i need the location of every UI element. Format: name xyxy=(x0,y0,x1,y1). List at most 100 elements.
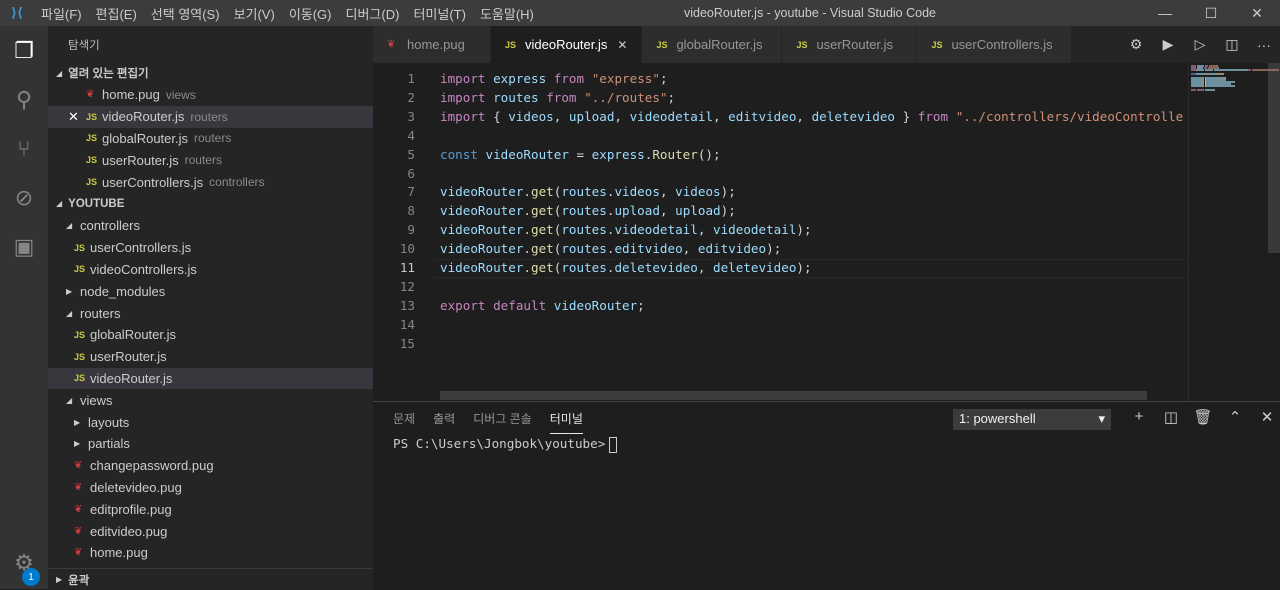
code-token: (); xyxy=(697,146,721,162)
close-panel-icon[interactable]: ✕ xyxy=(1251,408,1280,426)
project-header[interactable]: ◢ YOUTUBE xyxy=(48,192,373,215)
menu-item[interactable]: 파일(F) xyxy=(34,4,89,23)
search-icon[interactable]: ⚲ xyxy=(0,75,48,124)
minimap[interactable] xyxy=(1188,63,1280,401)
panel-tab[interactable]: 문제 xyxy=(393,410,415,434)
debug-icon[interactable]: ⊘ xyxy=(0,173,48,222)
tab-userRouter-js[interactable]: JS userRouter.js xyxy=(782,26,918,63)
file-item[interactable]: JS videoControllers.js xyxy=(48,259,373,281)
minimap-mark xyxy=(1233,85,1236,87)
code-token: "express" xyxy=(591,71,660,86)
outline-header[interactable]: ▶ 윤곽 xyxy=(48,568,373,590)
pug-file-icon: ❦ xyxy=(86,89,95,101)
open-editor-item[interactable]: ✕ JS videoRouter.js routers xyxy=(48,105,373,128)
file-item[interactable]: ❦ changepassword.pug xyxy=(48,455,373,477)
file-item[interactable]: JS userRouter.js xyxy=(48,346,373,368)
tab-globalRouter-js[interactable]: JS globalRouter.js xyxy=(642,26,783,63)
code-token: videodetail xyxy=(629,108,713,124)
panel-tab[interactable]: 터미널 xyxy=(549,410,583,434)
run-icon[interactable]: ▶ xyxy=(1152,36,1184,53)
source-control-icon[interactable]: ⑂ xyxy=(0,124,48,173)
close-window-icon[interactable]: ✕ xyxy=(1234,0,1280,26)
code-token: videoRouter xyxy=(440,184,524,200)
open-editor-item[interactable]: JS userControllers.js controllers xyxy=(48,171,373,193)
terminal-output[interactable]: PS C:\Users\Jongbok\youtube> xyxy=(393,436,618,453)
line-number: 4 xyxy=(407,127,415,143)
minimap-mark xyxy=(1191,89,1197,91)
menu-item[interactable]: 편집(E) xyxy=(89,4,144,23)
pug-file-icon: ❦ xyxy=(74,525,83,537)
file-item[interactable]: ❦ deletevideo.pug xyxy=(48,477,373,499)
menu-item[interactable]: 디버그(D) xyxy=(339,4,407,23)
window-title: videoRouter.js - youtube - Visual Studio… xyxy=(683,6,936,20)
tab-videoRouter-js[interactable]: JS videoRouter.js ✕ xyxy=(491,26,643,63)
folder-item[interactable]: ◢ controllers xyxy=(48,215,373,237)
minimize-icon[interactable]: — xyxy=(1142,0,1188,26)
extensions-icon[interactable]: ▣ xyxy=(0,222,48,271)
close-icon[interactable]: ✕ xyxy=(68,109,86,125)
terminal-select[interactable]: 1: powershell ▾ xyxy=(953,409,1111,430)
code-editor[interactable]: 1 import express from "express"; 2 import r… xyxy=(373,63,1280,401)
tab-userControllers-js[interactable]: JS userControllers.js xyxy=(917,26,1073,63)
menu-item[interactable]: 선택 영역(S) xyxy=(144,4,227,23)
code-token: videos xyxy=(614,184,660,200)
folder-item[interactable]: ▶ partials xyxy=(48,433,373,455)
file-item[interactable]: ❦ editprofile.pug xyxy=(48,498,373,520)
folder-item[interactable]: ▶ node_modules xyxy=(48,280,373,302)
js-file-icon: JS xyxy=(86,155,98,166)
file-name: home.pug xyxy=(102,87,160,103)
files-icon[interactable]: ❐ xyxy=(0,26,48,75)
code-token: import xyxy=(440,89,486,105)
code-token: ; xyxy=(667,89,676,105)
code-token: express xyxy=(493,71,547,86)
split-terminal-icon[interactable]: ◫ xyxy=(1155,408,1187,426)
line-number: 11 xyxy=(399,260,415,275)
folder-item[interactable]: ◢ views xyxy=(48,389,373,411)
open-editor-item[interactable]: JS userRouter.js routers xyxy=(48,149,373,171)
file-item[interactable]: JS userControllers.js xyxy=(48,237,373,259)
pug-file-icon: ❦ xyxy=(387,39,396,50)
vertical-scrollbar[interactable] xyxy=(1268,63,1280,253)
maximize-panel-icon[interactable]: ⌃ xyxy=(1219,408,1251,426)
horizontal-scrollbar[interactable] xyxy=(440,391,1147,400)
file-item[interactable]: JS globalRouter.js xyxy=(48,324,373,346)
menu-item[interactable]: 도움말(H) xyxy=(473,4,541,23)
menu-item[interactable]: 보기(V) xyxy=(227,4,282,23)
folder-item[interactable]: ▶ layouts xyxy=(48,411,373,433)
open-editor-item[interactable]: JS globalRouter.js routers xyxy=(48,128,373,150)
open-editor-item[interactable]: ❦ home.pug views xyxy=(48,84,373,106)
menu-item[interactable]: 이동(G) xyxy=(282,4,339,23)
open-editors-header[interactable]: ◢ 열려 있는 편집기 xyxy=(48,62,373,84)
code-token: routes xyxy=(561,222,607,238)
split-editor-icon[interactable]: ◫ xyxy=(1216,36,1248,53)
code-token: routes xyxy=(561,203,607,219)
run-outline-icon[interactable]: ▷ xyxy=(1184,36,1216,53)
gear-icon[interactable]: ⚙ xyxy=(1120,36,1152,53)
menu-item[interactable]: 터미널(T) xyxy=(406,4,472,23)
chevron-right-icon: ▶ xyxy=(66,286,73,296)
maximize-icon[interactable]: ☐ xyxy=(1188,0,1234,26)
minimap-mark xyxy=(1214,89,1216,91)
close-tab-icon[interactable]: ✕ xyxy=(617,38,627,52)
trash-icon[interactable]: 🗑 xyxy=(1187,408,1219,426)
code-token: get xyxy=(531,241,554,257)
file-item[interactable]: ❦ home.pug xyxy=(48,542,373,564)
folder-item[interactable]: ◢ routers xyxy=(48,302,373,324)
panel-tab[interactable]: 디버그 콘솔 xyxy=(473,410,532,434)
item-name: controllers xyxy=(80,218,140,234)
code-token: get xyxy=(531,203,554,219)
tab-label: globalRouter.js xyxy=(676,37,763,52)
new-terminal-icon[interactable]: + xyxy=(1123,408,1155,426)
panel-tab[interactable]: 출력 xyxy=(433,410,455,434)
terminal-panel: 문제 출력 디버그 콘솔 터미널 1: powershell ▾ + ◫ 🗑 ⌃ ✕ P… xyxy=(373,401,1280,589)
more-icon[interactable]: ··· xyxy=(1248,37,1280,53)
update-badge: 1 xyxy=(22,568,40,586)
tab-home-pug[interactable]: ❦ home.pug xyxy=(373,26,491,63)
code-token: editvideo xyxy=(697,241,767,257)
file-item[interactable]: ❦ editvideo.pug xyxy=(48,520,373,542)
code-token: videoRouter xyxy=(553,297,638,313)
file-item[interactable]: JS videoRouter.js xyxy=(48,367,373,390)
code-token: import xyxy=(440,71,486,86)
